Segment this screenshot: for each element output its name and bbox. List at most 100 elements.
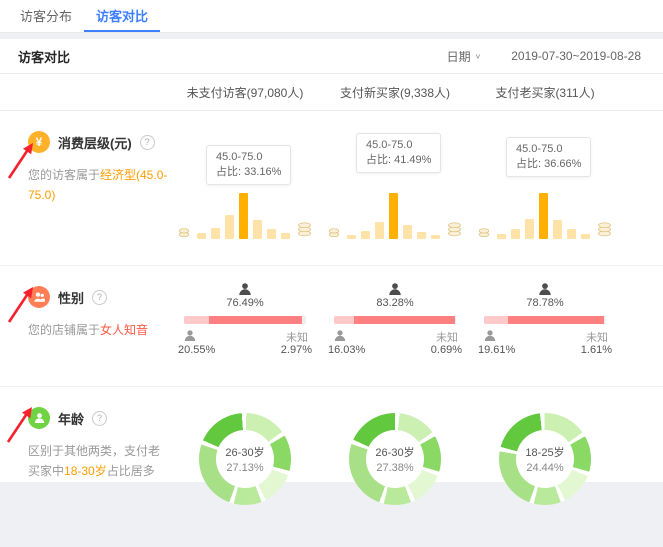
histogram-bar[interactable]: [267, 229, 276, 239]
column-header-unpaid-visitors: 未支付访客(97,080人): [170, 84, 320, 101]
column-header-new-buyers: 支付新买家(9,338人): [320, 84, 470, 101]
gender-chart-unpaid[interactable]: 76.49% 未知 20.55% 2.97%: [170, 266, 320, 386]
donut-top-age-percent: 27.13%: [226, 462, 263, 474]
male-percent: 19.61%: [478, 344, 515, 356]
consumption-bar-chart-old-buyers[interactable]: 45.0-75.0 占比: 36.66%: [470, 111, 620, 265]
coins-large-icon: [297, 219, 312, 239]
histogram-bar[interactable]: [253, 220, 262, 239]
gender-ratio-bar: [484, 316, 606, 324]
male-percent: 20.55%: [178, 344, 215, 356]
tooltip-range: 45.0-75.0: [366, 138, 431, 153]
date-label: 日期: [447, 48, 471, 65]
histogram-bar[interactable]: [403, 225, 412, 239]
section-age: 年龄 ? 区别于其他两类，支付老买家中18-30岁占比居多 26-30岁 27.…: [0, 386, 663, 547]
column-headers: 未支付访客(97,080人) 支付新买家(9,338人) 支付老买家(311人): [0, 74, 663, 111]
desc-text: 您的访客属于: [28, 168, 100, 182]
histogram-bar[interactable]: [539, 193, 548, 239]
tooltip-label: 占比:: [216, 166, 241, 178]
donut-top-age-group: 26-30岁: [375, 444, 414, 460]
date-range[interactable]: 2019-07-30~2019-08-28: [511, 49, 641, 63]
gender-chart-old-buyers[interactable]: 78.78% 未知 19.61% 1.61%: [470, 266, 620, 386]
tab-visitor-comparison[interactable]: 访客对比: [84, 0, 160, 32]
tooltip-label: 占比:: [516, 158, 541, 170]
bar-chart: [197, 193, 290, 239]
age-donut-old-buyers[interactable]: 18-25岁 24.44%: [470, 387, 620, 547]
bar-tooltip: 45.0-75.0 占比: 33.16%: [206, 145, 291, 185]
desc-text: 您的店铺属于: [28, 323, 100, 337]
consumption-bar-chart-unpaid[interactable]: 45.0-75.0 占比: 33.16%: [170, 111, 320, 265]
chevron-down-icon: ∨: [475, 52, 482, 61]
unknown-label: 未知: [586, 329, 608, 345]
female-percent: 76.49%: [170, 297, 320, 309]
histogram-bar[interactable]: [239, 193, 248, 239]
male-percent: 16.03%: [328, 344, 365, 356]
section-gender: 性别 ? 您的店铺属于女人知音 76.49% 未知 20.55% 2.97% 8…: [0, 265, 663, 386]
coins-large-icon: [597, 219, 612, 239]
help-icon[interactable]: ?: [92, 290, 107, 305]
histogram-bar[interactable]: [553, 220, 562, 239]
tooltip-label: 占比:: [366, 154, 391, 166]
histogram-bar[interactable]: [497, 234, 506, 239]
histogram-bar[interactable]: [567, 229, 576, 239]
female-percent: 78.78%: [470, 297, 620, 309]
histogram-bar[interactable]: [375, 222, 384, 239]
histogram-bar[interactable]: [281, 233, 290, 239]
histogram-bar[interactable]: [511, 229, 520, 239]
desc-text: 占比居多: [107, 464, 155, 478]
histogram-bar[interactable]: [225, 215, 234, 239]
age-donut-unpaid[interactable]: 26-30岁 27.13%: [170, 387, 320, 547]
age-info: 年龄 ? 区别于其他两类，支付老买家中18-30岁占比居多: [0, 387, 170, 547]
unknown-label: 未知: [436, 329, 458, 345]
unknown-percent: 2.97%: [281, 344, 312, 356]
tooltip-value: 33.16%: [244, 166, 281, 178]
unknown-percent: 1.61%: [581, 344, 612, 356]
donut-top-age-group: 26-30岁: [225, 444, 264, 460]
gender-info: 性别 ? 您的店铺属于女人知音: [0, 266, 170, 386]
coins-large-icon: [447, 219, 462, 239]
person-icon: [28, 407, 50, 429]
coins-small-icon: [328, 225, 340, 239]
gender-description: 您的店铺属于女人知音: [28, 320, 170, 340]
bar-chart: [347, 193, 440, 239]
donut-top-age-group: 18-25岁: [525, 444, 564, 460]
tab-visitor-distribution[interactable]: 访客分布: [8, 0, 84, 32]
gender-ratio-bar: [184, 316, 306, 324]
histogram-bar[interactable]: [197, 233, 206, 239]
bar-tooltip: 45.0-75.0 占比: 41.49%: [356, 133, 441, 173]
page-title: 访客对比: [18, 47, 70, 66]
tooltip-range: 45.0-75.0: [216, 150, 281, 165]
bar-tooltip: 45.0-75.0 占比: 36.66%: [506, 137, 591, 177]
histogram-bar[interactable]: [525, 219, 534, 239]
donut-top-age-percent: 24.44%: [526, 462, 563, 474]
section-consumption-level: ¥ 消费层级(元) ? 您的访客属于经济型(45.0-75.0) 45.0-75…: [0, 111, 663, 265]
age-donut-new-buyers[interactable]: 26-30岁 27.38%: [320, 387, 470, 547]
visitor-comparison-panel: 访客对比 日期 ∨ 2019-07-30~2019-08-28 未支付访客(97…: [0, 39, 663, 482]
tooltip-value: 41.49%: [394, 154, 431, 166]
histogram-bar[interactable]: [361, 231, 370, 239]
histogram-bar[interactable]: [417, 232, 426, 239]
donut-top-age-percent: 27.38%: [376, 462, 413, 474]
donut-center: 26-30岁 27.13%: [216, 430, 274, 488]
unknown-percent: 0.69%: [431, 344, 462, 356]
consumption-bar-chart-new-buyers[interactable]: 45.0-75.0 占比: 41.49%: [320, 111, 470, 265]
panel-header: 访客对比 日期 ∨ 2019-07-30~2019-08-28: [0, 39, 663, 74]
histogram-bar[interactable]: [389, 193, 398, 239]
histogram-bar[interactable]: [581, 234, 590, 239]
histogram-bar[interactable]: [431, 235, 440, 239]
consumption-description: 您的访客属于经济型(45.0-75.0): [28, 165, 170, 205]
desc-highlight: 女人知音: [100, 323, 148, 337]
female-percent: 83.28%: [320, 297, 470, 309]
bar-chart: [497, 193, 590, 239]
help-icon[interactable]: ?: [92, 411, 107, 426]
histogram-bar[interactable]: [211, 228, 220, 239]
section-title-age: 年龄: [58, 409, 84, 428]
age-description: 区别于其他两类，支付老买家中18-30岁占比居多: [28, 441, 170, 481]
date-filter-dropdown[interactable]: 日期 ∨: [447, 48, 482, 65]
tooltip-value: 36.66%: [544, 158, 581, 170]
donut-center: 18-25岁 24.44%: [516, 430, 574, 488]
section-title-consumption: 消费层级(元): [58, 133, 132, 152]
histogram-bar[interactable]: [347, 235, 356, 239]
people-icon: [28, 286, 50, 308]
help-icon[interactable]: ?: [140, 135, 155, 150]
gender-chart-new-buyers[interactable]: 83.28% 未知 16.03% 0.69%: [320, 266, 470, 386]
